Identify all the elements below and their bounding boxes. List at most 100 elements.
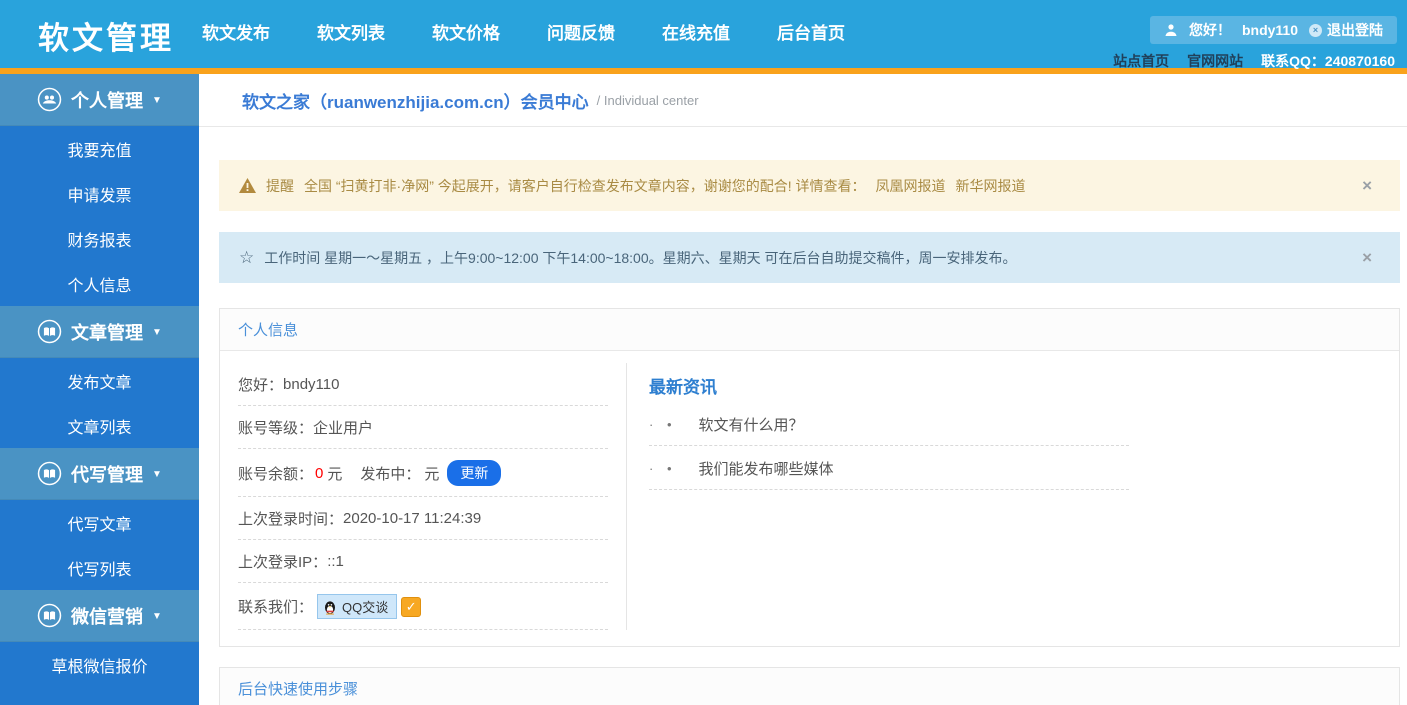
wechat-icon [37,603,62,628]
nav-item-admin-home[interactable]: 后台首页 [777,19,845,44]
page-title: 软文之家（ruanwenzhijia.com.cn）会员中心 [242,92,589,112]
sidebar-item-publish-article[interactable]: 发布文章 [0,358,199,403]
star-icon: ☆ [239,247,255,267]
chevron-down-icon: ▼ [152,611,162,622]
publishing-label: 发布中： [360,465,421,483]
warning-icon [239,178,256,193]
level-value: 企业用户 [313,420,374,437]
nav-item-feedback[interactable]: 问题反馈 [547,19,615,44]
qq-penguin-icon [322,599,338,615]
contact-label: 联系我们： [238,599,314,616]
warning-alert: 提醒 全国 “扫黄打非·净网” 今起展开，请客户自行检查发布文章内容，谢谢您的配… [219,160,1400,211]
logout-button[interactable]: × 退出登陆 [1309,20,1383,40]
balance-row: 账号余额： 0 元 发布中： 元 更新 [238,449,608,497]
site-home-link[interactable]: 站点首页 [1113,51,1169,71]
sidebar-section-label: 个人管理 [71,90,144,111]
sidebar-section-wechat[interactable]: 微信营销 ▼ [0,590,199,642]
login-time-label: 上次登录时间： [238,511,344,528]
greeting-value: bndy110 [283,376,340,393]
chevron-down-icon: ▼ [152,95,162,106]
person-icon [37,87,62,112]
account-level-row: 账号等级： 企业用户 [238,406,608,449]
nav-item-price[interactable]: 软文价格 [432,19,500,44]
close-icon[interactable]: × [1362,176,1372,196]
nav-item-recharge[interactable]: 在线充值 [662,19,730,44]
panel-title: 个人信息 [220,309,1399,351]
profile-details: 您好： bndy110 账号等级： 企业用户 账号余额： 0 元 发布中： 元 … [238,363,608,630]
chevron-down-icon: ▼ [152,327,162,338]
info-alert: ☆ 工作时间 星期一～星期五 ，上午9:00~12:00 下午14:00~18:… [219,232,1400,283]
username-text: bndy110 [1241,22,1298,38]
info-text: 工作时间 星期一～星期五 ，上午9:00~12:00 下午14:00~18:00… [264,249,1017,266]
news-title: 最新资讯 [649,378,717,397]
balance-unit: 元 [327,465,343,483]
header-sub-links: 站点首页 官网网站 联系QQ：240870160 [1113,51,1397,71]
logout-label: 退出登陆 [1327,22,1383,38]
sidebar-section-label: 微信营销 [71,606,144,627]
sidebar-item-invoice[interactable]: 申请发票 [0,171,199,216]
sidebar-item-recharge[interactable]: 我要充值 [0,126,199,171]
chevron-down-icon: ▼ [152,469,162,480]
contact-row: 联系我们： QQ交谈 ✓ [238,583,608,630]
sidebar-section-articles[interactable]: 文章管理 ▼ [0,306,199,358]
login-time-value: 2020-10-17 11:24:39 [343,510,482,527]
login-ip-value: ::1 [327,553,344,570]
sidebar-item-wechat-pricing[interactable]: 草根微信报价 [0,642,199,687]
phoenix-report-link[interactable]: 凤凰网报道 [876,176,946,196]
page-title-bar: 软文之家（ruanwenzhijia.com.cn）会员中心 / Individ… [199,74,1407,127]
qq-chat-label: QQ交谈 [342,600,389,615]
sidebar-section-personal[interactable]: 个人管理 ▼ [0,74,199,126]
book-icon [37,461,62,486]
sidebar-item-ghostwrite-article[interactable]: 代写文章 [0,500,199,545]
greeting-label: 您好： [238,377,284,394]
balance-label: 账号余额： [238,465,314,483]
quick-steps-panel: 后台快速使用步骤 Step1：注册账号 注册账号，填写账号、密码、联系方式，点击… [219,667,1400,705]
sidebar-item-personal-info[interactable]: 个人信息 [0,261,199,306]
bullet-icon: · • [649,417,677,432]
balance-value: 0 [315,464,324,482]
sidebar-section-ghostwriting[interactable]: 代写管理 ▼ [0,448,199,500]
panel-title: 后台快速使用步骤 [220,668,1399,705]
nav-item-publish[interactable]: 软文发布 [202,19,270,44]
last-login-ip-row: 上次登录IP： ::1 [238,540,608,583]
contact-qq-link[interactable]: 联系QQ：240870160 [1261,51,1395,71]
qq-certified-badge[interactable]: ✓ [401,596,422,617]
top-header: 软文管理 软文发布 软文列表 软文价格 问题反馈 在线充值 后台首页 您好！ b… [0,0,1407,71]
news-item[interactable]: · • 软文有什么用？ [649,402,1129,446]
sidebar-item-finance-report[interactable]: 财务报表 [0,216,199,261]
warning-label: 提醒 [266,177,294,194]
news-item-label: 软文有什么用？ [698,417,804,434]
user-icon [1164,23,1178,37]
close-icon[interactable]: × [1362,248,1372,268]
greeting-text: 您好！ [1188,22,1231,38]
logout-icon: × [1309,23,1322,37]
update-button[interactable]: 更新 [447,460,502,486]
bullet-icon: · • [649,461,677,476]
personal-info-panel: 个人信息 您好： bndy110 账号等级： 企业用户 账号余额： 0 元 发布… [219,308,1400,647]
level-label: 账号等级： [238,420,314,437]
qq-chat-button[interactable]: QQ交谈 [317,594,398,619]
sidebar-item-article-list[interactable]: 文章列表 [0,403,199,448]
header-right: 您好！ bndy110 × 退出登陆 站点首页 官网网站 联系QQ：240870… [1113,0,1397,71]
sidebar: 个人管理 ▼ 我要充值 申请发票 财务报表 个人信息 文章管理 ▼ 发布文章 文… [0,74,199,705]
book-icon [37,319,62,344]
user-pill: 您好！ bndy110 × 退出登陆 [1149,16,1397,44]
sidebar-section-label: 文章管理 [71,322,144,343]
latest-news: 最新资讯 · • 软文有什么用？ · • 我们能发布哪些媒体 [626,363,1399,630]
sidebar-section-label: 代写管理 [71,464,144,485]
check-icon: ✓ [405,598,417,614]
publishing-unit: 元 [424,465,440,483]
main-content: 软文之家（ruanwenzhijia.com.cn）会员中心 / Individ… [199,74,1407,705]
login-ip-label: 上次登录IP： [238,554,328,571]
page-subtitle: / Individual center [596,92,699,108]
last-login-time-row: 上次登录时间： 2020-10-17 11:24:39 [238,497,608,540]
top-nav: 软文发布 软文列表 软文价格 问题反馈 在线充值 后台首页 [202,0,845,62]
app-logo[interactable]: 软文管理 [0,0,174,68]
warning-text: 全国 “扫黄打非·净网” 今起展开，请客户自行检查发布文章内容，谢谢您的配合! … [304,177,866,194]
nav-item-list[interactable]: 软文列表 [317,19,385,44]
sidebar-item-ghostwrite-list[interactable]: 代写列表 [0,545,199,590]
news-item[interactable]: · • 我们能发布哪些媒体 [649,446,1129,490]
news-item-label: 我们能发布哪些媒体 [698,461,834,478]
official-site-link[interactable]: 官网网站 [1187,51,1243,71]
xinhua-report-link[interactable]: 新华网报道 [956,176,1026,196]
